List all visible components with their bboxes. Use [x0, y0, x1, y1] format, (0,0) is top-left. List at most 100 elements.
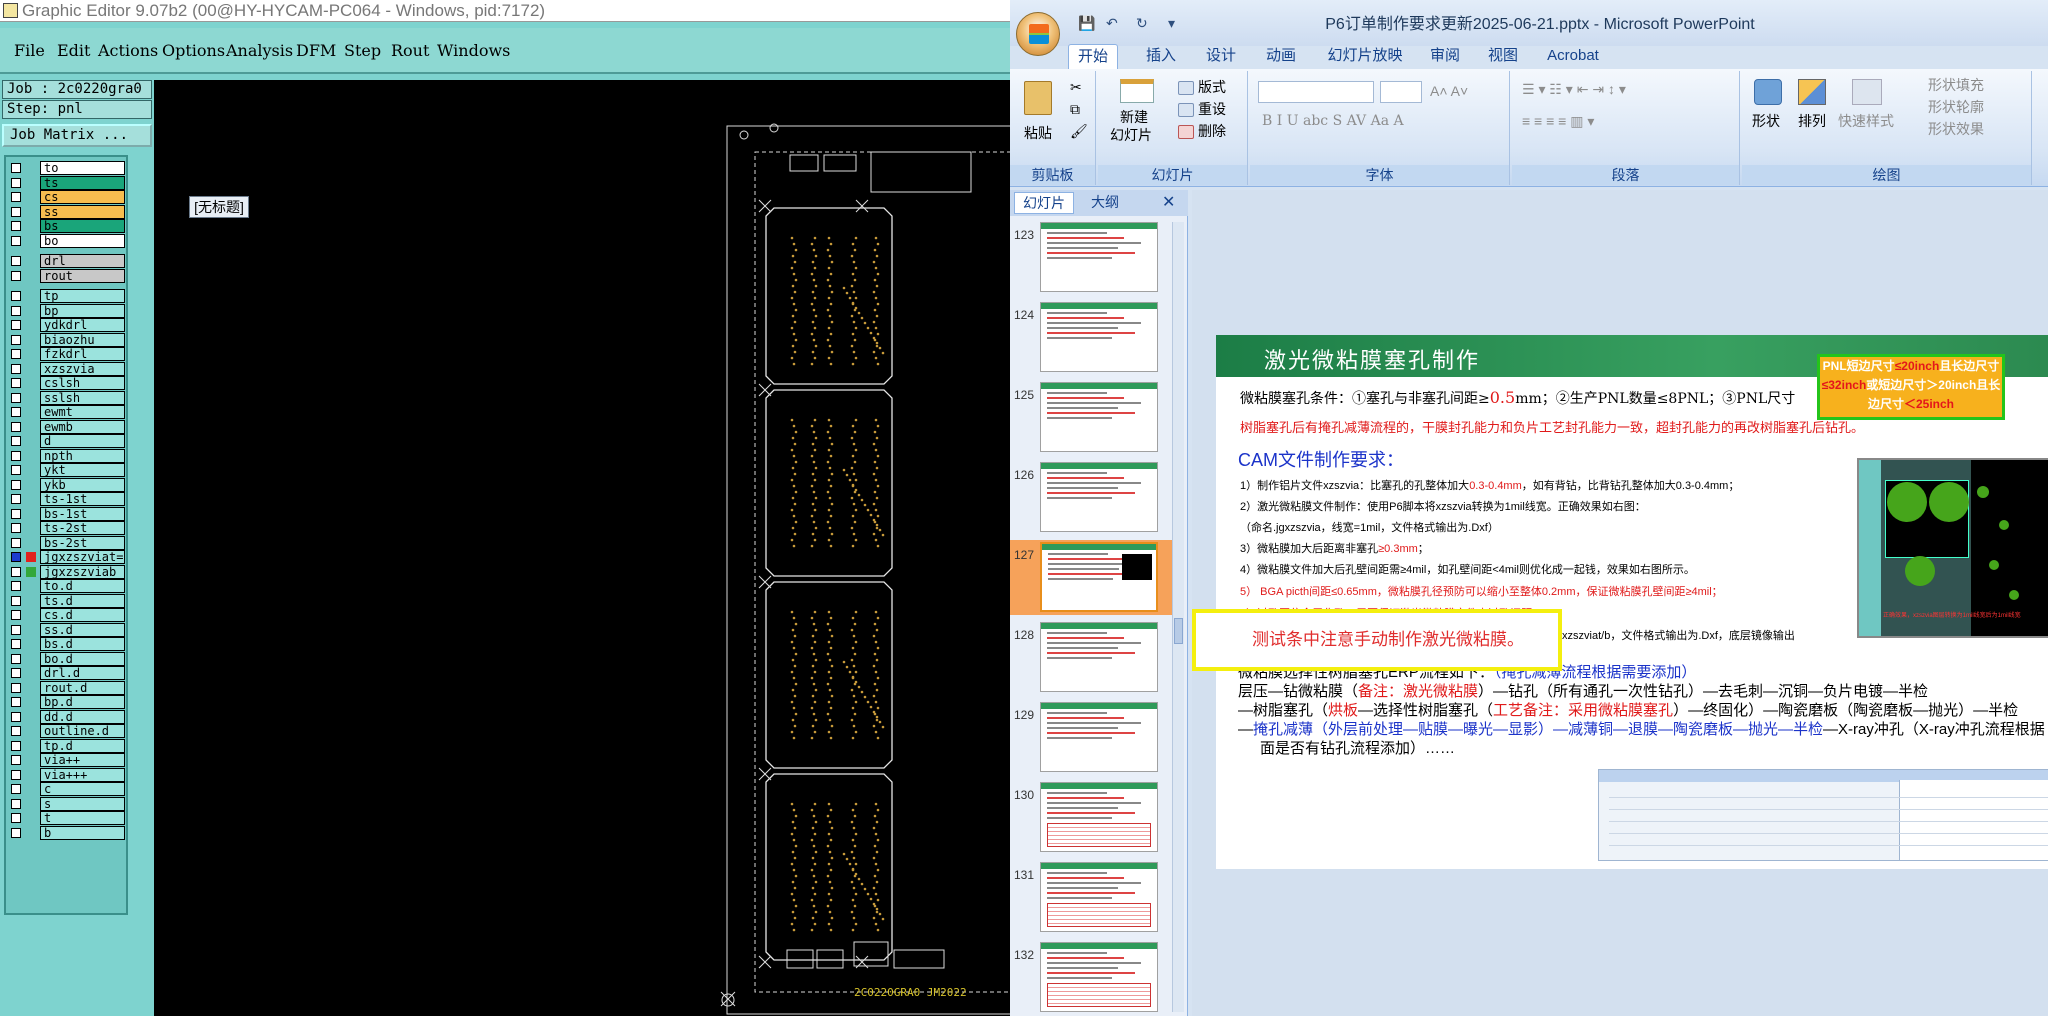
layer-name[interactable]: ewmt [40, 405, 125, 419]
customize-qat-icon[interactable]: ▾ [1168, 15, 1184, 31]
layer-row[interactable]: rout.d [6, 680, 126, 695]
slide-thumbnail[interactable]: 127 [1010, 540, 1178, 615]
layer-name[interactable]: ydkdrl [40, 318, 125, 332]
layer-checkbox[interactable] [11, 653, 21, 664]
arrange-button[interactable]: 排列 [1798, 111, 1826, 131]
layer-name[interactable]: ts.d [40, 593, 125, 608]
note-box[interactable]: 测试条中注意手动制作激光微粘膜。 [1192, 609, 1562, 671]
layer-checkbox[interactable] [11, 595, 21, 606]
layer-row[interactable]: fzkdrl [6, 347, 126, 361]
thumbnail-scrollbar[interactable] [1172, 222, 1184, 1012]
undo-icon[interactable]: ↶ [1106, 15, 1122, 31]
layer-name[interactable]: b [40, 825, 125, 840]
tab-review[interactable]: 审阅 [1420, 44, 1470, 70]
layer-name[interactable]: ewmb [40, 419, 125, 434]
layer-name[interactable]: bo.d [40, 651, 125, 666]
font-size-dropdown[interactable] [1380, 81, 1422, 103]
layer-checkbox[interactable] [11, 784, 21, 794]
reset-button[interactable]: 重设 [1178, 99, 1226, 119]
layer-checkbox[interactable] [11, 523, 21, 533]
layer-checkbox[interactable] [11, 206, 21, 217]
layer-row[interactable]: c [6, 782, 126, 796]
layer-name[interactable]: t [40, 811, 125, 825]
layer-row[interactable]: xzszvia [6, 361, 126, 376]
layer-checkbox[interactable] [11, 392, 21, 403]
layer-checkbox[interactable] [11, 624, 21, 635]
grow-font-icon[interactable]: A˄ A˅ [1430, 83, 1468, 99]
layer-checkbox[interactable] [11, 668, 21, 678]
layer-checkbox[interactable] [11, 639, 21, 649]
delete-button[interactable]: 删除 [1178, 121, 1226, 141]
layer-checkbox[interactable] [11, 465, 21, 475]
slide-thumbnail[interactable]: 126 [1010, 460, 1178, 535]
tab-slides[interactable]: 幻灯片 [1014, 192, 1074, 214]
layer-checkbox[interactable] [11, 163, 21, 173]
shape-outline-button[interactable]: 形状轮廓 [1928, 97, 1984, 117]
layer-name[interactable]: bs.d [40, 637, 125, 651]
layer-row[interactable]: d [6, 434, 126, 448]
layer-row[interactable]: cslsh [6, 376, 126, 390]
layer-checkbox[interactable] [11, 682, 21, 693]
format-painter-icon[interactable]: 🖌 [1070, 123, 1088, 140]
layer-row[interactable]: jgxzszviat= [6, 550, 126, 564]
layer-row[interactable]: drl [6, 254, 126, 268]
layer-name[interactable]: jgxzszviab [40, 564, 125, 579]
scroll-thumb[interactable] [1174, 618, 1183, 644]
layer-checkbox[interactable] [11, 291, 21, 301]
slide-thumbnail[interactable]: 131 [1010, 860, 1178, 935]
layer-checkbox[interactable] [11, 378, 21, 388]
tab-design[interactable]: 设计 [1196, 44, 1246, 70]
tab-slideshow[interactable]: 幻灯片放映 [1320, 44, 1410, 70]
layer-name[interactable]: ss.d [40, 622, 125, 637]
layer-checkbox[interactable] [11, 552, 21, 562]
menu-analysis[interactable]: Analysis [226, 41, 293, 60]
tab-animation[interactable]: 动画 [1256, 44, 1306, 70]
layer-row[interactable]: drl.d [6, 666, 126, 680]
shapes-button[interactable]: 形状 [1752, 111, 1780, 131]
layer-checkbox[interactable] [11, 537, 21, 548]
layer-row[interactable]: tp.d [6, 738, 126, 753]
layer-name[interactable]: via++ [40, 753, 125, 767]
layer-row[interactable]: bo [6, 233, 126, 248]
layer-checkbox[interactable] [11, 320, 21, 330]
layer-name[interactable]: via+++ [40, 767, 125, 782]
menu-rout[interactable]: Rout [391, 41, 429, 60]
quick-styles-button[interactable]: 快速样式 [1838, 111, 1894, 131]
layer-row[interactable]: jgxzszviab [6, 564, 126, 579]
save-icon[interactable]: 💾 [1078, 15, 1095, 31]
shape-fill-button[interactable]: 形状填充 [1928, 75, 1984, 95]
new-slide-button-2[interactable]: 幻灯片 [1110, 125, 1152, 145]
layer-name[interactable]: bo [40, 233, 125, 248]
menu-options[interactable]: Options [162, 41, 225, 60]
tab-insert[interactable]: 插入 [1136, 44, 1186, 70]
layer-row[interactable]: biaozhu [6, 332, 126, 347]
layer-name[interactable]: fzkdrl [40, 347, 125, 361]
layer-row[interactable]: tp [6, 289, 126, 303]
tab-outline[interactable]: 大纲 [1080, 192, 1130, 214]
slide-thumbnail[interactable]: 130 [1010, 780, 1178, 855]
layer-row[interactable]: ts.d [6, 593, 126, 608]
layer-row[interactable]: ewmt [6, 405, 126, 419]
layer-row[interactable]: to.d [6, 579, 126, 593]
layer-checkbox[interactable] [11, 798, 21, 809]
layer-row[interactable]: npth [6, 448, 126, 463]
layer-checkbox[interactable] [11, 566, 21, 577]
layer-row[interactable]: ykt [6, 463, 126, 477]
layer-row[interactable]: ss [6, 204, 126, 219]
slide-thumbnail[interactable]: 124 [1010, 300, 1178, 375]
tab-view[interactable]: 视图 [1478, 44, 1528, 70]
layer-name[interactable]: to [40, 161, 125, 175]
layer-row[interactable]: b [6, 825, 126, 840]
layer-row[interactable]: to [6, 161, 126, 175]
menu-edit[interactable]: Edit [57, 41, 90, 60]
layer-checkbox[interactable] [11, 494, 21, 504]
menu-actions[interactable]: Actions [98, 41, 158, 60]
cut-icon[interactable]: ✂ [1070, 79, 1082, 96]
layer-row[interactable]: outline.d [6, 724, 126, 738]
layer-row[interactable]: ykb [6, 477, 126, 492]
font-format-icons[interactable]: B I U abc S AV Aa A [1262, 113, 1404, 129]
layer-row[interactable]: sslsh [6, 390, 126, 405]
layer-checkbox[interactable] [11, 270, 21, 281]
layer-checkbox[interactable] [11, 450, 21, 461]
layer-row[interactable]: ts-1st [6, 492, 126, 506]
